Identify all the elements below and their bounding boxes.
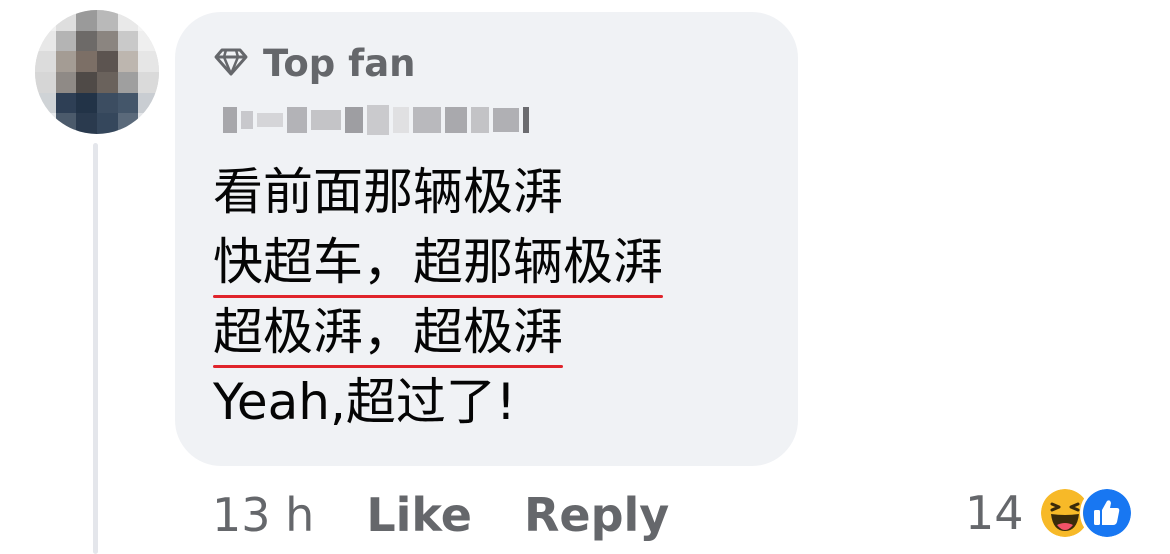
- comment-text: 看前面那辆极湃 快超车，超那辆极湃 超极湃，超极湃 Yeah,超过了!: [213, 162, 798, 442]
- comment-line-text: 快超车，超那辆极湃: [213, 233, 663, 291]
- diamond-icon: [213, 43, 249, 83]
- like-reaction-icon: [1079, 486, 1134, 540]
- reaction-summary[interactable]: 14: [965, 478, 1134, 548]
- comment-line-underlined: 超极湃，超极湃: [213, 302, 563, 368]
- author-name-blurred[interactable]: [223, 102, 535, 138]
- top-fan-badge[interactable]: Top fan: [213, 41, 798, 85]
- reaction-icons: [1037, 486, 1134, 540]
- red-underline: [213, 365, 563, 368]
- reaction-count: 14: [965, 486, 1024, 540]
- like-button[interactable]: Like: [366, 488, 472, 542]
- badge-label: Top fan: [263, 41, 416, 85]
- timestamp[interactable]: 13 h: [212, 488, 314, 542]
- comment-line-underlined: 快超车，超那辆极湃: [213, 232, 663, 298]
- reply-button[interactable]: Reply: [524, 488, 669, 542]
- avatar[interactable]: [35, 10, 159, 134]
- comment-line-text: 超极湃，超极湃: [213, 303, 563, 361]
- red-underline: [213, 295, 663, 298]
- comment-line: 看前面那辆极湃: [213, 163, 563, 221]
- comment-line: Yeah,超过了!: [213, 373, 516, 431]
- thread-line: [93, 143, 98, 554]
- comment-actions: 13 h Like Reply: [212, 480, 669, 550]
- comment-bubble: Top fan 看前面那辆极湃 快超车，超那辆极湃 超极湃，超极湃 Yeah,超…: [175, 12, 798, 466]
